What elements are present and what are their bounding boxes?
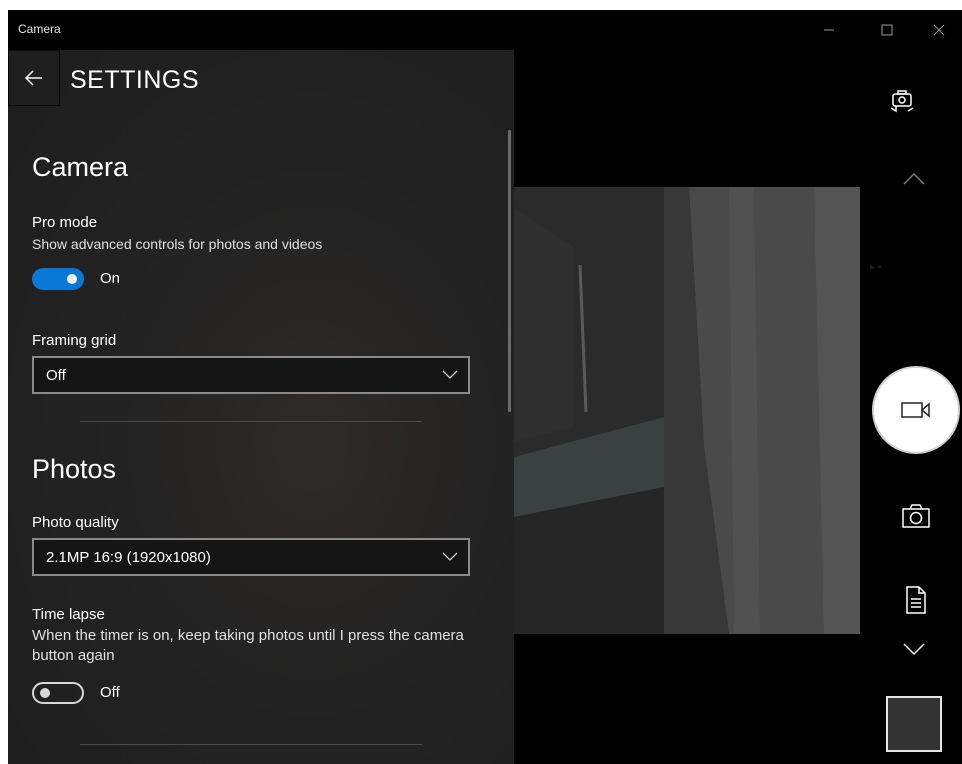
chevron-down-icon — [442, 370, 458, 379]
pro-mode-state: On — [100, 270, 121, 287]
photo-mode-button[interactable] — [896, 498, 936, 534]
expand-down-button[interactable] — [896, 634, 932, 664]
chevron-up-icon — [903, 172, 925, 185]
time-lapse-state: Off — [100, 684, 120, 701]
photo-quality-value: 2.1MP 16:9 (1920x1080) — [46, 549, 211, 566]
photo-quality-select[interactable]: 2.1MP 16:9 (1920x1080) — [32, 538, 470, 576]
maximize-button[interactable] — [864, 10, 910, 50]
camera-preview — [514, 187, 860, 634]
arrow-left-icon — [24, 70, 42, 86]
framing-grid-select[interactable]: Off — [32, 356, 470, 394]
document-scan-icon — [906, 586, 926, 614]
panel-scrollbar[interactable] — [508, 130, 511, 412]
chevron-down-icon — [903, 643, 925, 656]
page-title: SETTINGS — [70, 66, 200, 94]
section-divider — [80, 744, 422, 745]
chevron-down-icon — [442, 552, 458, 561]
video-camera-icon — [901, 402, 930, 418]
section-heading-photos: Photos — [32, 454, 117, 484]
pro-mode-label: Pro mode — [32, 214, 98, 231]
record-video-button[interactable] — [872, 366, 960, 454]
maximize-icon — [881, 24, 893, 36]
preview-overlay-hint: ▸ ▪ — [870, 262, 882, 273]
expand-up-button[interactable] — [896, 164, 932, 194]
section-divider — [80, 421, 422, 422]
switch-camera-button[interactable] — [882, 80, 922, 120]
camera-icon — [902, 504, 930, 528]
toggle-knob — [67, 274, 77, 284]
title-bar: Camera — [8, 10, 962, 50]
back-button[interactable] — [8, 50, 60, 106]
settings-panel: SETTINGS Camera Pro mode Show advanced c… — [8, 50, 514, 764]
toggle-knob — [40, 688, 50, 698]
section-heading-camera: Camera — [32, 152, 129, 182]
close-icon — [933, 24, 945, 36]
minimize-icon — [824, 29, 834, 31]
last-capture-thumbnail[interactable] — [886, 696, 942, 752]
pro-mode-description: Show advanced controls for photos and vi… — [32, 236, 323, 252]
preview-scene — [514, 187, 860, 634]
minimize-button[interactable] — [806, 10, 852, 50]
time-lapse-description: When the timer is on, keep taking photos… — [32, 627, 464, 664]
framing-grid-label: Framing grid — [32, 332, 117, 349]
document-scan-button[interactable] — [896, 580, 936, 620]
pro-mode-toggle[interactable] — [32, 268, 84, 290]
framing-grid-value: Off — [46, 367, 66, 384]
photo-quality-label: Photo quality — [32, 514, 119, 531]
time-lapse-label: Time lapse — [32, 606, 105, 623]
camera-window: Camera ▸ ▪ SETTINGS Camera Pro mode Show… — [8, 10, 962, 764]
app-title: Camera — [18, 22, 61, 36]
time-lapse-toggle[interactable] — [32, 682, 84, 704]
close-button[interactable] — [916, 10, 962, 50]
switch-camera-icon — [890, 90, 914, 113]
